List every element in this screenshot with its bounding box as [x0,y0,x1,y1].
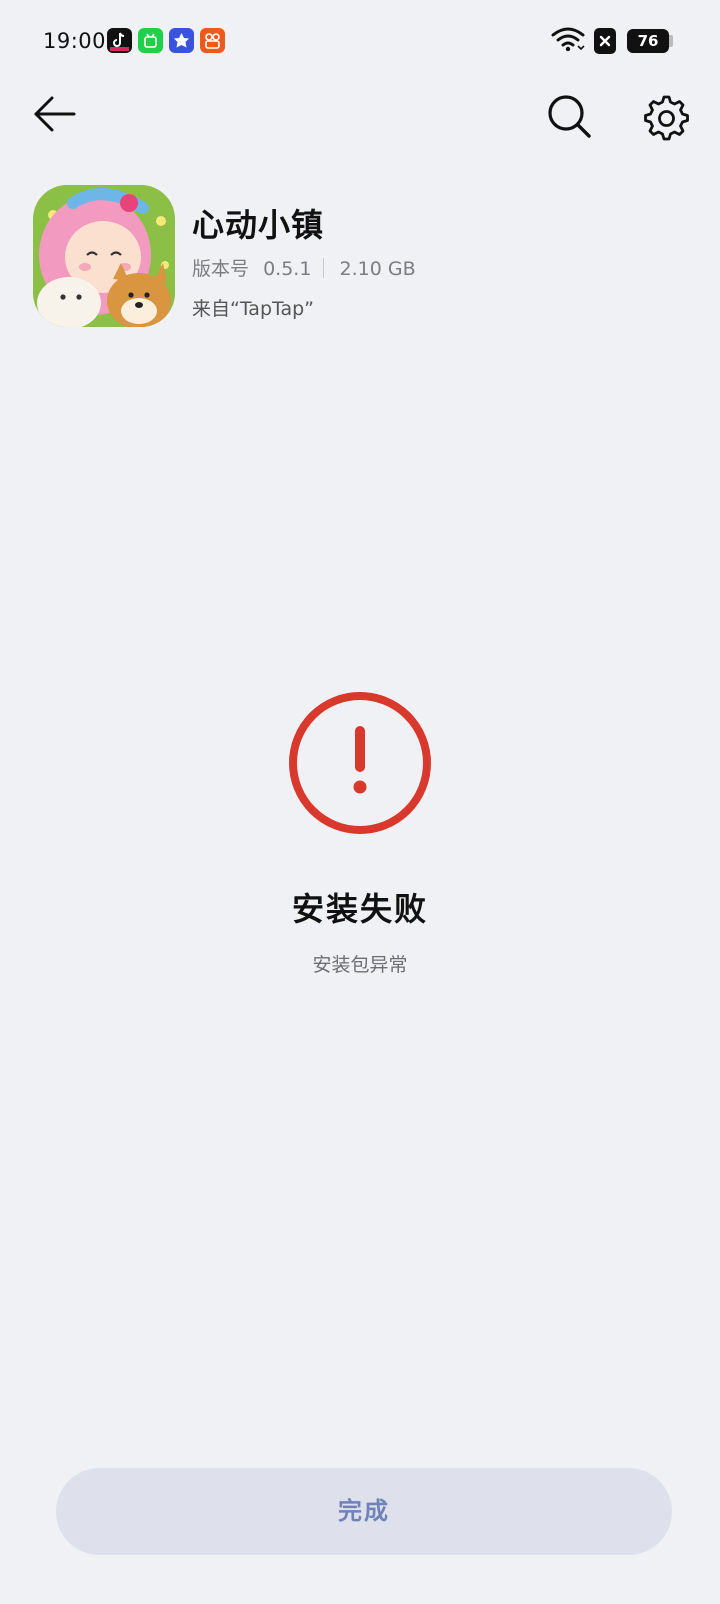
meta-divider [323,258,325,278]
iqiyi-icon [138,28,163,53]
back-arrow-icon [34,96,76,132]
battery-level: 76 [637,32,659,50]
battery-cap [669,35,673,47]
app-size: 2.10 GB [339,258,416,280]
search-icon [548,95,591,138]
settings-button[interactable] [634,88,694,148]
result-title: 安装失败 [291,890,428,928]
screen: 19:00 76 心动小镇 版本号 0.5.1 2.10 GB 来自“TapTa… [0,0,720,1604]
status-time: 19:00 [43,29,107,53]
kuaishou-icon [200,28,225,53]
wifi-icon [551,27,585,57]
done-button[interactable]: 完成 [56,1468,672,1555]
app-source: 来自“TapTap” [192,298,315,320]
gear-icon [644,95,689,141]
app-name: 心动小镇 [192,206,325,244]
app-icon [33,185,175,327]
error-icon [285,688,435,838]
result-description: 安装包异常 [312,954,408,976]
back-button[interactable] [30,92,86,148]
xindong-town-app-icon [33,185,175,327]
version-value: 0.5.1 [263,258,312,280]
douyin-icon [107,28,132,53]
status-bar: 19:00 76 [0,0,720,84]
search-button[interactable] [540,88,600,148]
version-label: 版本号 [192,258,250,280]
close-badge-icon [594,28,616,54]
app-store-icon [169,28,194,53]
app-meta: 版本号 0.5.1 2.10 GB [192,254,416,281]
